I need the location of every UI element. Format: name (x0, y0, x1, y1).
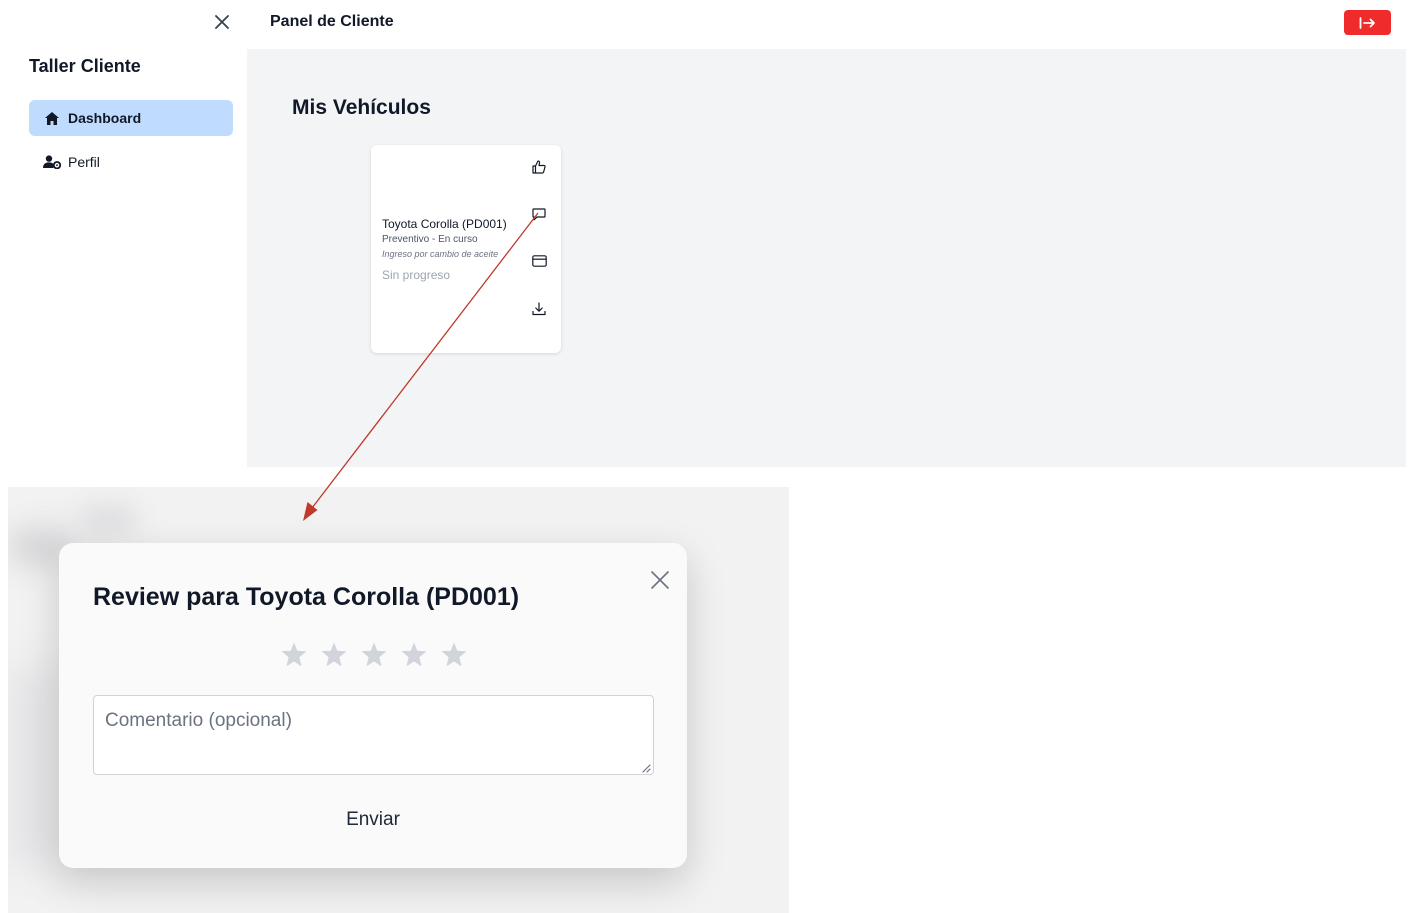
vehicle-card: Toyota Corolla (PD001) Preventivo - En c… (371, 145, 561, 353)
vehicle-type-status: Preventivo - En curso (382, 234, 478, 245)
star-rating (279, 639, 469, 669)
close-icon (651, 571, 669, 589)
star-icon (441, 642, 467, 666)
sidebar-item-dashboard[interactable]: Dashboard (29, 100, 233, 136)
download-icon (532, 302, 546, 316)
star-icon (281, 642, 307, 666)
page-title: Panel de Cliente (270, 13, 394, 30)
review-button[interactable] (530, 205, 548, 223)
close-sidebar-button[interactable] (209, 9, 235, 35)
comment-icon (532, 207, 546, 220)
comment-field[interactable] (93, 695, 654, 775)
main-content: Mis Vehículos Toyota Corolla (PD001) Pre… (247, 49, 1406, 467)
vehicle-name: Toyota Corolla (PD001) (382, 217, 507, 231)
top-bar: Panel de Cliente (247, 0, 1411, 49)
star-icon (401, 642, 427, 666)
sidebar-item-label: Dashboard (68, 110, 142, 126)
resize-grip-icon[interactable] (639, 761, 651, 773)
logout-icon (1359, 16, 1375, 29)
user-gear-icon (43, 153, 61, 171)
vehicle-progress: Sin progreso (382, 268, 451, 282)
star-4[interactable] (399, 639, 429, 669)
sidebar-item-label: Perfil (68, 154, 100, 170)
thumbs-up-icon (532, 160, 546, 174)
review-modal: Review para Toyota Corolla (PD001) Envia… (59, 543, 687, 868)
credit-card-icon (531, 255, 547, 267)
modal-title: Review para Toyota Corolla (PD001) (93, 583, 520, 611)
like-button[interactable] (530, 158, 548, 176)
star-3[interactable] (359, 639, 389, 669)
star-5[interactable] (439, 639, 469, 669)
home-icon (43, 109, 61, 127)
logout-button[interactable] (1344, 10, 1391, 35)
review-modal-screenshot: Review para Toyota Corolla (PD001) Envia… (8, 487, 789, 913)
sidebar: Taller Cliente Dashboard Perfil (0, 0, 247, 467)
close-icon (215, 15, 229, 29)
blurred-background (78, 505, 138, 535)
star-1[interactable] (279, 639, 309, 669)
download-button[interactable] (530, 300, 548, 318)
sidebar-title: Taller Cliente (29, 56, 141, 76)
star-2[interactable] (319, 639, 349, 669)
star-icon (321, 642, 347, 666)
vehicle-description: Ingreso por cambio de aceite (382, 249, 499, 259)
payment-button[interactable] (530, 252, 548, 270)
sidebar-item-perfil[interactable]: Perfil (29, 144, 233, 180)
section-title: Mis Vehículos (292, 96, 431, 119)
star-icon (361, 642, 387, 666)
submit-review-button[interactable]: Enviar (323, 805, 423, 835)
modal-close-button[interactable] (647, 567, 673, 593)
